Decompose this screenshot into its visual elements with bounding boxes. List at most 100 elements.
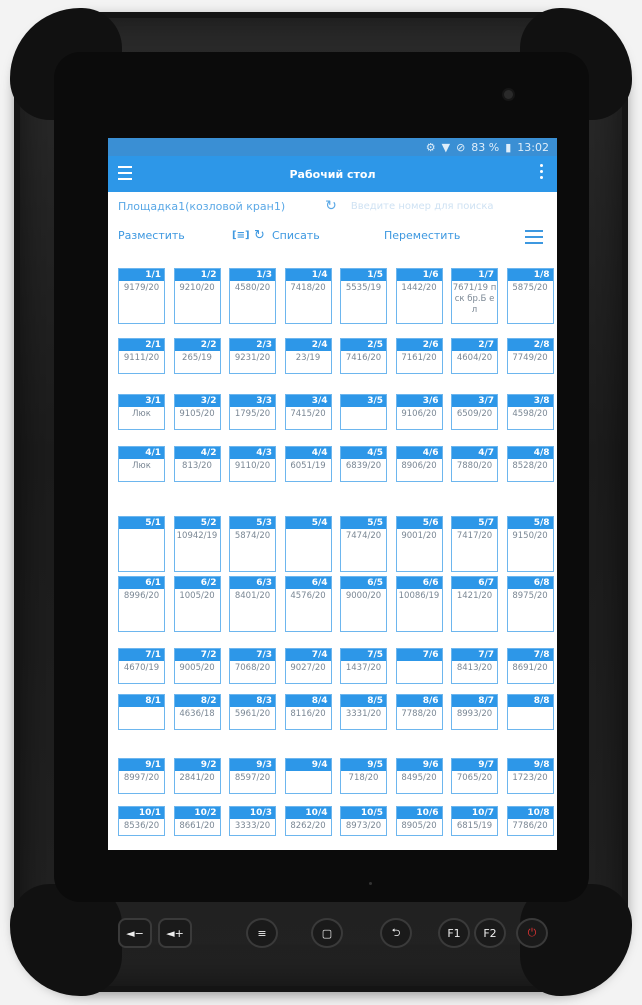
storage-cell[interactable]: 8/1	[118, 694, 165, 730]
write-off-button[interactable]: Списать	[272, 229, 384, 242]
storage-cell[interactable]: 1/2 9210/20	[173, 268, 221, 324]
storage-cell[interactable]: 1/6 1442/20	[395, 268, 443, 324]
storage-cell[interactable]: 10/1 8536/20	[118, 806, 165, 836]
storage-cell[interactable]: 5/6 9001/20	[395, 516, 443, 572]
storage-cell[interactable]: 8/8	[506, 694, 554, 730]
storage-cell[interactable]: 10/4 8262/20	[284, 806, 332, 836]
storage-cell[interactable]: 8/5 3331/20	[340, 694, 387, 730]
storage-cell[interactable]: 3/2 9105/20	[173, 394, 221, 430]
volume-up-button[interactable]: ◄+	[158, 918, 192, 948]
storage-cell[interactable]: 1/5 5535/19	[340, 268, 387, 324]
storage-cell[interactable]: 7/2 9005/20	[173, 648, 221, 684]
f1-button[interactable]: F1	[438, 918, 470, 948]
storage-cell[interactable]: 7/5 1437/20	[340, 648, 387, 684]
storage-cell[interactable]: 8/3 5961/20	[229, 694, 276, 730]
list-view-icon[interactable]	[525, 230, 543, 248]
storage-cell[interactable]: 8/6 7788/20	[395, 694, 443, 730]
cell-label: 3/5	[341, 395, 386, 407]
storage-cell[interactable]: 1/4 7418/20	[284, 268, 332, 324]
storage-cell[interactable]: 3/3 1795/20	[229, 394, 276, 430]
storage-cell[interactable]: 10/6 8905/20	[395, 806, 443, 836]
volume-down-button[interactable]: ◄−	[118, 918, 152, 948]
storage-cell[interactable]: 5/4	[284, 516, 332, 572]
move-button[interactable]: Переместить	[384, 229, 460, 242]
storage-cell[interactable]: 7/3 7068/20	[229, 648, 276, 684]
storage-cell[interactable]: 6/8 8975/20	[506, 576, 554, 632]
storage-cell[interactable]: 10/2 8661/20	[173, 806, 221, 836]
storage-cell[interactable]: 1/7 7671/19 пск бр.Б ел	[451, 268, 498, 324]
storage-cell[interactable]: 7/4 9027/20	[284, 648, 332, 684]
storage-cell[interactable]: 8/4 8116/20	[284, 694, 332, 730]
storage-cell[interactable]: 8/2 4636/18	[173, 694, 221, 730]
storage-cell[interactable]: 1/3 4580/20	[229, 268, 276, 324]
storage-cell[interactable]: 10/8 7786/20	[506, 806, 554, 836]
storage-cell[interactable]: 6/2 1005/20	[173, 576, 221, 632]
storage-cell[interactable]: 6/6 10086/19	[395, 576, 443, 632]
storage-cell[interactable]: 5/7 7417/20	[451, 516, 498, 572]
home-button[interactable]: ▢	[311, 918, 343, 948]
storage-cell[interactable]: 10/7 6815/19	[451, 806, 498, 836]
storage-cell[interactable]: 2/5 7416/20	[340, 338, 387, 374]
storage-cell[interactable]: 1/8 5875/20	[506, 268, 554, 324]
site-selector[interactable]: Площадка1(козловой кран1)	[118, 200, 285, 213]
storage-cell[interactable]: 7/1 4670/19	[118, 648, 165, 684]
storage-cell[interactable]: 7/7 8413/20	[451, 648, 498, 684]
storage-cell[interactable]: 5/8 9150/20	[506, 516, 554, 572]
hamburger-menu-icon[interactable]	[118, 166, 132, 184]
place-button[interactable]: Разместить	[118, 229, 232, 242]
rotate-icon[interactable]: ↻	[254, 228, 272, 243]
storage-cell[interactable]: 9/3 8597/20	[229, 758, 276, 794]
storage-cell[interactable]: 3/1 Люк	[118, 394, 165, 430]
storage-cell[interactable]: 4/8 8528/20	[506, 446, 554, 482]
storage-cell[interactable]: 10/5 8973/20	[340, 806, 387, 836]
menu-button[interactable]: ≡	[246, 918, 278, 948]
storage-cell[interactable]: 2/7 4604/20	[451, 338, 498, 374]
storage-cell[interactable]: 4/5 6839/20	[340, 446, 387, 482]
storage-cell[interactable]: 7/8 8691/20	[506, 648, 554, 684]
back-button[interactable]: ⮌	[380, 918, 412, 948]
storage-cell[interactable]: 4/2 813/20	[173, 446, 221, 482]
storage-cell[interactable]: 4/7 7880/20	[451, 446, 498, 482]
storage-cell[interactable]: 6/5 9000/20	[340, 576, 387, 632]
storage-cell[interactable]: 3/7 6509/20	[451, 394, 498, 430]
storage-cell[interactable]: 3/8 4598/20	[506, 394, 554, 430]
storage-cell[interactable]: 5/2 10942/19	[173, 516, 221, 572]
barcode-scan-icon[interactable]: [≡]	[232, 230, 254, 241]
storage-cell[interactable]: 2/4 23/19	[284, 338, 332, 374]
power-button[interactable]: ⏻	[516, 918, 548, 948]
storage-cell[interactable]: 9/8 1723/20	[506, 758, 554, 794]
storage-cell[interactable]: 9/7 7065/20	[451, 758, 498, 794]
storage-cell[interactable]: 3/5	[340, 394, 387, 430]
storage-cell[interactable]: 6/7 1421/20	[451, 576, 498, 632]
storage-cell[interactable]: 4/6 8906/20	[395, 446, 443, 482]
storage-cell[interactable]: 9/4	[284, 758, 332, 794]
storage-cell[interactable]: 6/3 8401/20	[229, 576, 276, 632]
storage-cell[interactable]: 5/5 7474/20	[340, 516, 387, 572]
storage-cell[interactable]: 9/6 8495/20	[395, 758, 443, 794]
storage-cell[interactable]: 5/3 5874/20	[229, 516, 276, 572]
storage-cell[interactable]: 6/1 8996/20	[118, 576, 165, 632]
storage-cell[interactable]: 2/2 265/19	[173, 338, 221, 374]
storage-cell[interactable]: 2/6 7161/20	[395, 338, 443, 374]
storage-cell[interactable]: 4/3 9110/20	[229, 446, 276, 482]
storage-cell[interactable]: 2/1 9111/20	[118, 338, 165, 374]
storage-cell[interactable]: 2/3 9231/20	[229, 338, 276, 374]
storage-cell[interactable]: 3/4 7415/20	[284, 394, 332, 430]
storage-cell[interactable]: 2/8 7749/20	[506, 338, 554, 374]
search-input[interactable]: Введите номер для поиска	[351, 201, 494, 212]
storage-cell[interactable]: 1/1 9179/20	[118, 268, 165, 324]
storage-cell[interactable]: 6/4 4576/20	[284, 576, 332, 632]
storage-cell[interactable]: 4/1 Люк	[118, 446, 165, 482]
storage-cell[interactable]: 10/3 3333/20	[229, 806, 276, 836]
storage-cell[interactable]: 5/1	[118, 516, 165, 572]
storage-cell[interactable]: 4/4 6051/19	[284, 446, 332, 482]
f2-button[interactable]: F2	[474, 918, 506, 948]
storage-cell[interactable]: 9/5 718/20	[340, 758, 387, 794]
refresh-icon[interactable]: ↻	[325, 198, 337, 214]
storage-cell[interactable]: 7/6	[395, 648, 443, 684]
storage-cell[interactable]: 8/7 8993/20	[451, 694, 498, 730]
storage-cell[interactable]: 9/1 8997/20	[118, 758, 165, 794]
overflow-menu-icon[interactable]	[540, 164, 543, 182]
storage-cell[interactable]: 3/6 9106/20	[395, 394, 443, 430]
storage-cell[interactable]: 9/2 2841/20	[173, 758, 221, 794]
